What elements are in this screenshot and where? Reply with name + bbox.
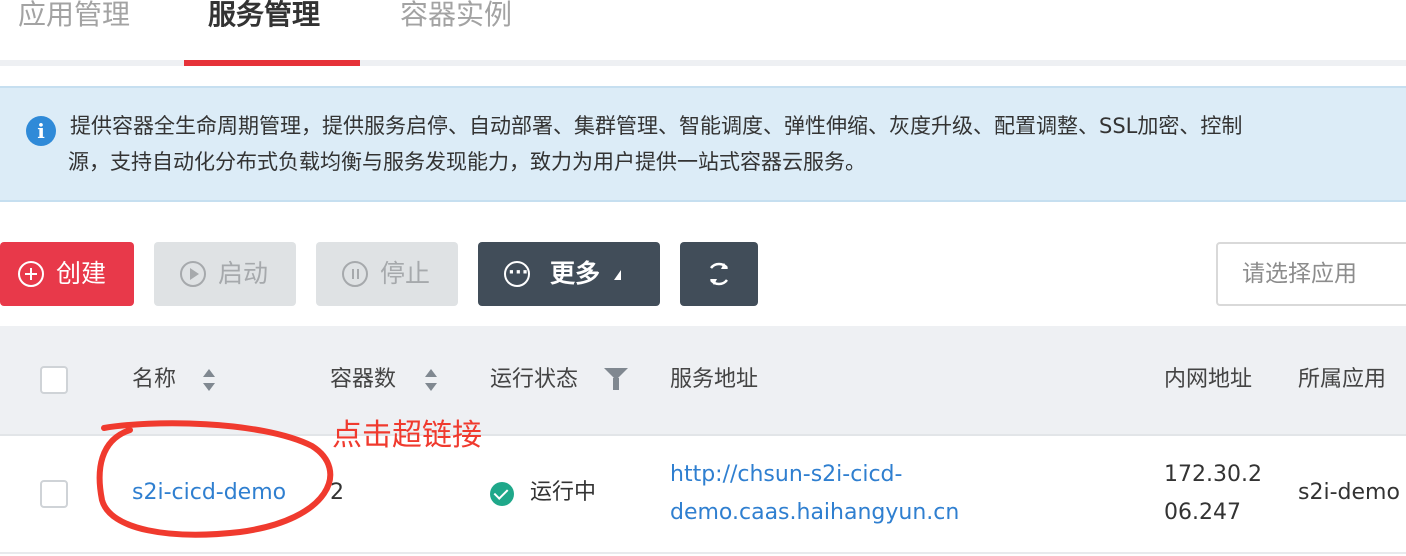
column-header-app: 所属应用 [1298, 367, 1387, 392]
tab-app-management[interactable]: 应用管理 [18, 0, 130, 38]
check-circle-icon [490, 482, 514, 506]
filter-icon[interactable] [604, 368, 628, 392]
refresh-icon [710, 262, 728, 286]
ellipsis-circle-icon [504, 241, 530, 305]
refresh-button[interactable] [680, 242, 758, 306]
caret-down-icon [614, 270, 621, 280]
service-address-link[interactable]: http://chsun-s2i-cicd- demo.caas.haihang… [670, 456, 959, 532]
pause-circle-icon [342, 261, 368, 287]
start-button[interactable]: 启动 [154, 242, 296, 306]
sort-icon[interactable] [425, 369, 437, 393]
table-row: s2i-cicd-demo 2 运行中 http://chsun-s2i-cic… [0, 436, 1406, 554]
more-button-label: 更多 [550, 259, 601, 288]
internal-ip-line-1: 172.30.2 [1164, 462, 1262, 487]
start-button-label: 启动 [218, 259, 269, 288]
create-button[interactable]: 创建 [0, 242, 134, 306]
internal-ip: 172.30.2 06.247 [1164, 456, 1262, 532]
app-select[interactable]: 请选择应用 [1216, 242, 1406, 306]
annotation-text: 点击超链接 [332, 418, 482, 453]
status-text: 运行中 [530, 480, 597, 505]
info-banner: i 提供容器全生命周期管理，提供服务启停、自动部署、集群管理、智能调度、弹性伸缩… [0, 86, 1406, 202]
stop-button-label: 停止 [380, 259, 431, 288]
info-icon: i [26, 116, 56, 146]
row-checkbox[interactable] [40, 480, 68, 508]
create-button-label: 创建 [56, 259, 107, 288]
plus-circle-icon [18, 261, 44, 287]
select-all-checkbox[interactable] [40, 366, 68, 394]
column-header-name[interactable]: 名称 [132, 326, 176, 434]
table-header: 名称 容器数 运行状态 服务地址 内网地址 所属应用 [0, 326, 1406, 436]
container-count: 2 [330, 480, 344, 505]
banner-line-1: 提供容器全生命周期管理，提供服务启停、自动部署、集群管理、智能调度、弹性伸缩、灰… [70, 114, 1243, 138]
active-tab-indicator [184, 60, 360, 66]
sort-icon[interactable] [203, 369, 215, 393]
tab-container-instances[interactable]: 容器实例 [400, 0, 512, 38]
tab-service-management[interactable]: 服务管理 [208, 0, 320, 38]
service-address-line-1: http://chsun-s2i-cicd- [670, 462, 903, 487]
app-select-placeholder: 请选择应用 [1242, 261, 1357, 287]
service-name-link[interactable]: s2i-cicd-demo [132, 474, 286, 512]
column-header-status[interactable]: 运行状态 [490, 326, 578, 434]
more-dropdown-button[interactable]: 更多 [478, 241, 660, 306]
column-header-address: 服务地址 [670, 367, 759, 392]
banner-text: 提供容器全生命周期管理，提供服务启停、自动部署、集群管理、智能调度、弹性伸缩、灰… [68, 108, 1406, 180]
banner-line-2: 源，支持自动化分布式负载均衡与服务发现能力，致力为用户提供一站式容器云服务。 [68, 150, 866, 174]
stop-button[interactable]: 停止 [316, 242, 458, 306]
internal-ip-line-2: 06.247 [1164, 500, 1241, 525]
service-address-line-2: demo.caas.haihangyun.cn [670, 500, 960, 525]
tab-bar: 应用管理 服务管理 容器实例 [0, 0, 1406, 66]
play-circle-icon [180, 261, 206, 287]
column-header-internal-ip: 内网地址 [1164, 367, 1253, 392]
app-name: s2i-demo [1298, 480, 1400, 505]
